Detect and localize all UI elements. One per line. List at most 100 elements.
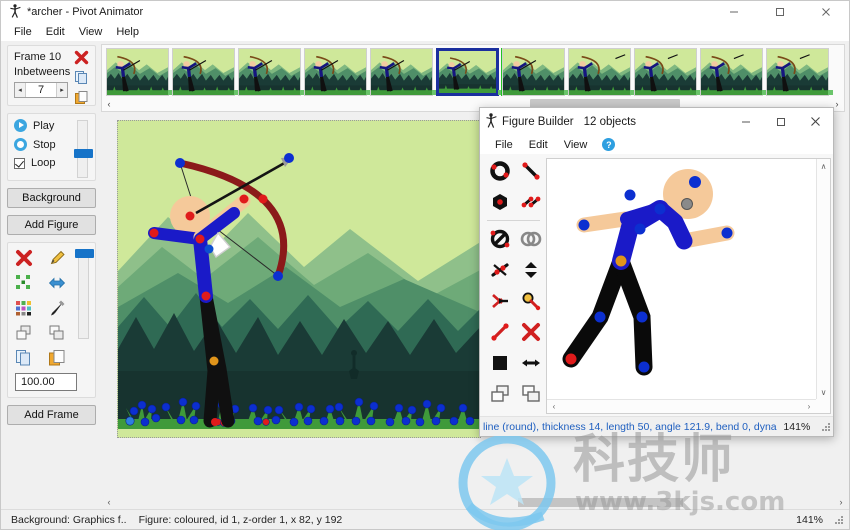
figure-builder-window[interactable]: Figure Builder 12 objects File Edit View… [479, 107, 834, 437]
inbetweens-value[interactable]: 7 [26, 83, 56, 97]
scale-slider[interactable] [75, 249, 94, 339]
canvas-scroll-track[interactable] [117, 497, 833, 507]
help-icon[interactable]: ? [602, 138, 616, 151]
thumb-graphic [634, 48, 697, 96]
fb-menu-view[interactable]: View [557, 138, 595, 152]
fb-resize-grip[interactable] [820, 421, 831, 433]
frame-thumb-6[interactable] [436, 48, 505, 96]
send-backward-icon[interactable] [489, 383, 511, 405]
fb-menu-file[interactable]: File [488, 138, 520, 152]
copy-figure-icon[interactable] [15, 349, 33, 367]
add-figure-button[interactable]: Add Figure [7, 215, 96, 235]
fill-colour-icon[interactable] [489, 352, 511, 374]
add-circle-icon[interactable] [489, 160, 511, 182]
add-frame-button[interactable]: Add Frame [7, 405, 96, 425]
figure-canvas-vscrollbar[interactable]: ∧ ∨ [816, 159, 830, 399]
frame-thumb-2[interactable] [172, 48, 239, 96]
status-figure: Figure: coloured, id 1, z-order 1, x 82,… [138, 513, 343, 526]
add-segment-icon[interactable] [520, 191, 542, 213]
figure-builder-title: Figure Builder [502, 115, 574, 128]
figure-canvas[interactable] [547, 159, 816, 399]
builder-stick-figure[interactable] [547, 159, 811, 399]
flip-horizontal-icon[interactable] [520, 352, 542, 374]
resize-grip[interactable] [833, 514, 845, 526]
figure-builder-status-bar: line (round), thickness 14, length 50, a… [480, 416, 833, 436]
add-line-icon[interactable] [520, 160, 542, 182]
close-button[interactable] [803, 1, 849, 23]
add-polygon-icon[interactable] [489, 191, 511, 213]
speed-slider-thumb[interactable] [74, 149, 93, 158]
frame-thumb-1[interactable] [106, 48, 173, 96]
copy-frame-icon[interactable] [74, 70, 89, 85]
fb-scroll-right[interactable]: › [802, 402, 816, 411]
stop-icon[interactable] [14, 138, 27, 151]
paste-figure-icon[interactable] [48, 349, 66, 367]
frame-scroll-left[interactable]: ‹ [102, 99, 116, 109]
canvas-scroll-thumb[interactable] [517, 497, 683, 507]
scale-slider-thumb[interactable] [75, 249, 94, 258]
status-background: Background: Graphics f.. [11, 513, 127, 526]
frame-thumb-11[interactable] [766, 48, 833, 96]
colour-figure-icon[interactable] [15, 299, 33, 317]
minimize-button[interactable] [711, 1, 757, 23]
static-dynamic-icon[interactable] [489, 259, 511, 281]
fb-minimize-button[interactable] [728, 108, 763, 135]
inbetweens-stepper[interactable]: ◂ 7 ▸ [14, 82, 68, 98]
thumb-graphic [700, 48, 763, 96]
zoom-tool-icon[interactable] [520, 290, 542, 312]
frame-thumb-9[interactable] [634, 48, 701, 96]
frame-thumb-8[interactable] [568, 48, 635, 96]
figure-builder-object-count: 12 objects [583, 115, 637, 128]
play-label: Play [33, 119, 55, 132]
delete-figure-icon[interactable] [15, 249, 33, 267]
thumb-graphic [370, 48, 433, 96]
canvas-scroll-left[interactable]: ‹ [101, 497, 117, 507]
bring-to-front-icon[interactable] [48, 324, 66, 342]
edit-figure-icon[interactable] [48, 249, 66, 267]
menu-file[interactable]: File [7, 25, 39, 39]
archer-figure[interactable] [118, 121, 481, 438]
figure-canvas-hscrollbar[interactable]: ‹ › [547, 399, 816, 413]
send-to-back-icon[interactable] [15, 324, 33, 342]
bring-forward-icon[interactable] [520, 383, 542, 405]
fb-close-button[interactable] [798, 108, 833, 135]
delete-segment-icon[interactable] [489, 228, 511, 250]
frame-thumb-10[interactable] [700, 48, 767, 96]
paste-frame-icon[interactable] [74, 90, 89, 105]
maximize-button[interactable] [757, 1, 803, 23]
segment-colour-icon[interactable] [48, 299, 66, 317]
cut-segment-icon[interactable] [489, 290, 511, 312]
frame-strip[interactable]: ‹ › [101, 44, 845, 112]
menu-view[interactable]: View [72, 25, 110, 39]
animation-canvas[interactable] [117, 120, 481, 438]
loop-checkbox[interactable] [14, 157, 25, 169]
menu-help[interactable]: Help [109, 25, 146, 39]
duplicate-overlap-icon[interactable] [520, 228, 542, 250]
figure-tools-group: 100.00 [7, 242, 96, 398]
canvas-scroll-right[interactable]: › [833, 497, 849, 507]
speed-slider[interactable] [74, 120, 93, 178]
inbetweens-increment[interactable]: ▸ [56, 83, 67, 97]
fb-scroll-down[interactable]: ∨ [817, 385, 830, 399]
frame-thumb-7[interactable] [502, 48, 569, 96]
stretch-segment-icon[interactable] [489, 321, 511, 343]
delete-frame-icon[interactable] [74, 50, 89, 65]
frame-thumb-4[interactable] [304, 48, 371, 96]
fb-menu-edit[interactable]: Edit [522, 138, 555, 152]
frame-thumb-5[interactable] [370, 48, 437, 96]
flip-figure-icon[interactable] [48, 274, 66, 292]
delete-figure-icon[interactable] [520, 321, 542, 343]
fb-scroll-left[interactable]: ‹ [547, 402, 561, 411]
z-order-icon[interactable] [520, 259, 542, 281]
scale-input[interactable]: 100.00 [15, 373, 77, 391]
canvas-scrollbar[interactable]: ‹ › [101, 495, 849, 509]
menu-edit[interactable]: Edit [39, 25, 72, 39]
stop-label: Stop [33, 138, 56, 151]
background-button[interactable]: Background [7, 188, 96, 208]
fb-maximize-button[interactable] [763, 108, 798, 135]
play-icon[interactable] [14, 119, 27, 132]
centre-figure-icon[interactable] [15, 274, 33, 292]
frame-thumb-3[interactable] [238, 48, 305, 96]
inbetweens-decrement[interactable]: ◂ [15, 83, 26, 97]
fb-scroll-up[interactable]: ∧ [817, 159, 830, 173]
